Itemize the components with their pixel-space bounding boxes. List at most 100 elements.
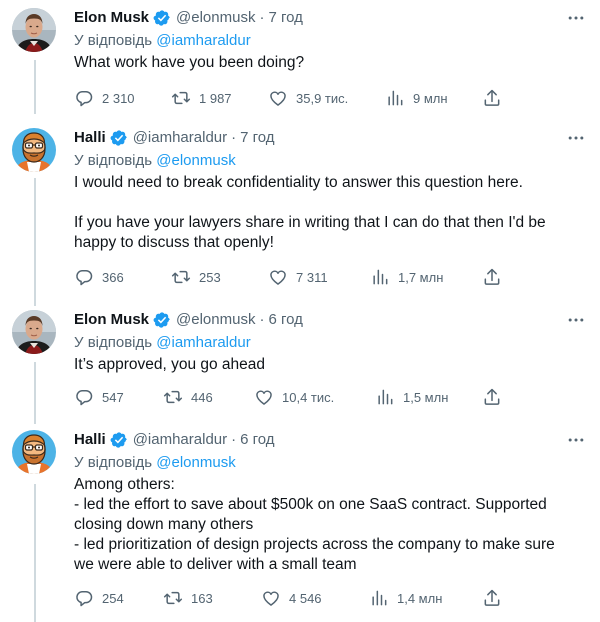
tweet-text-line: If you have your lawyers share in writin… bbox=[74, 214, 546, 231]
views-icon bbox=[370, 267, 390, 287]
author-handle[interactable]: @iamharaldur bbox=[133, 430, 227, 450]
tweet-text-line: What work have you been doing? bbox=[74, 54, 305, 71]
tweet-header: Elon Musk @elonmusk · 6 год bbox=[74, 310, 586, 330]
heart-icon bbox=[254, 387, 274, 407]
avatar[interactable] bbox=[12, 430, 56, 474]
separator-dot: · bbox=[259, 9, 265, 26]
verified-badge-icon bbox=[110, 129, 128, 147]
author-name[interactable]: Halli bbox=[74, 128, 106, 148]
tweet[interactable]: Elon Musk @elonmusk · 6 год У відповідь … bbox=[0, 310, 600, 420]
reply-mention-link[interactable]: @elonmusk bbox=[156, 152, 235, 169]
retweet-icon bbox=[163, 387, 183, 407]
more-icon[interactable] bbox=[566, 310, 586, 330]
views-button[interactable]: 1,4 млн bbox=[369, 588, 442, 608]
avatar[interactable] bbox=[12, 128, 56, 172]
reply-icon bbox=[74, 387, 94, 407]
tweet-text-line: It’s approved, you go ahead bbox=[74, 356, 266, 373]
more-icon[interactable] bbox=[566, 128, 586, 148]
like-button[interactable]: 10,4 тис. bbox=[254, 387, 334, 407]
like-count: 10,4 тис. bbox=[282, 389, 335, 405]
reply-prefix: У відповідь bbox=[74, 334, 153, 351]
reply-button[interactable]: 2 310 bbox=[74, 88, 135, 108]
retweet-icon bbox=[171, 88, 191, 108]
author-handle[interactable]: @elonmusk bbox=[176, 8, 255, 28]
separator-dot: · bbox=[231, 129, 237, 146]
share-icon bbox=[482, 588, 502, 608]
tweet-text-line: Among others: bbox=[74, 476, 175, 493]
reply-context: У відповідь @elonmusk bbox=[74, 453, 586, 473]
retweet-button[interactable]: 163 bbox=[163, 588, 213, 608]
tweet-text-line: - led prioritization of design projects … bbox=[74, 536, 555, 553]
reply-context: У відповідь @elonmusk bbox=[74, 151, 586, 171]
retweet-icon bbox=[163, 588, 183, 608]
views-icon bbox=[369, 588, 389, 608]
views-count: 1,5 млн bbox=[403, 389, 449, 405]
views-button[interactable]: 9 млн bbox=[385, 88, 448, 108]
author-handle[interactable]: @iamharaldur bbox=[133, 128, 227, 148]
reply-prefix: У відповідь bbox=[74, 32, 153, 49]
reply-mention-link[interactable]: @elonmusk bbox=[156, 454, 235, 471]
tweet[interactable]: Elon Musk @elonmusk · 7 год У відповідь … bbox=[0, 8, 600, 118]
reply-mention-link[interactable]: @iamharaldur bbox=[156, 32, 250, 49]
tweet-header: Halli @iamharaldur · 6 год bbox=[74, 430, 586, 450]
reply-mention-link[interactable]: @iamharaldur bbox=[156, 334, 250, 351]
tweet[interactable]: Halli @iamharaldur · 7 год У відповідь @… bbox=[0, 128, 600, 302]
action-bar: 254 163 4 546 1,4 млн bbox=[74, 588, 586, 608]
avatar[interactable] bbox=[12, 310, 56, 354]
retweet-count: 253 bbox=[199, 269, 221, 285]
share-button[interactable] bbox=[482, 267, 510, 287]
timestamp[interactable]: 7 год bbox=[240, 128, 274, 148]
views-button[interactable]: 1,7 млн bbox=[370, 267, 443, 287]
separator-dot: · bbox=[231, 431, 237, 448]
reply-button[interactable]: 366 bbox=[74, 267, 124, 287]
reply-count: 547 bbox=[102, 389, 124, 405]
reply-button[interactable]: 547 bbox=[74, 387, 124, 407]
views-count: 1,7 млн bbox=[398, 269, 444, 285]
timestamp[interactable]: 6 год bbox=[268, 310, 302, 330]
author-handle[interactable]: @elonmusk bbox=[176, 310, 255, 330]
like-button[interactable]: 35,9 тис. bbox=[268, 88, 348, 108]
tweet-text: What work have you been doing? bbox=[74, 53, 586, 73]
like-count: 35,9 тис. bbox=[296, 90, 349, 106]
author-name[interactable]: Elon Musk bbox=[74, 310, 149, 330]
tweet-text-line: - led the effort to save about $500k on … bbox=[74, 496, 547, 513]
reply-prefix: У відповідь bbox=[74, 152, 153, 169]
heart-icon bbox=[261, 588, 281, 608]
views-icon bbox=[385, 88, 405, 108]
tweet[interactable]: Halli @iamharaldur · 6 год У відповідь @… bbox=[0, 430, 600, 620]
retweet-button[interactable]: 1 987 bbox=[171, 88, 232, 108]
share-button[interactable] bbox=[482, 387, 510, 407]
like-button[interactable]: 7 311 bbox=[268, 267, 328, 287]
retweet-button[interactable]: 253 bbox=[171, 267, 221, 287]
tweet-text: It’s approved, you go ahead bbox=[74, 355, 586, 375]
author-name[interactable]: Elon Musk bbox=[74, 8, 149, 28]
more-icon[interactable] bbox=[566, 8, 586, 28]
author-name[interactable]: Halli bbox=[74, 430, 106, 450]
retweet-count: 446 bbox=[191, 389, 213, 405]
reply-context: У відповідь @iamharaldur bbox=[74, 31, 586, 51]
reply-icon bbox=[74, 588, 94, 608]
timestamp[interactable]: 7 год bbox=[268, 8, 302, 28]
more-icon[interactable] bbox=[566, 430, 586, 450]
like-button[interactable]: 4 546 bbox=[261, 588, 322, 608]
reply-button[interactable]: 254 bbox=[74, 588, 124, 608]
retweet-count: 1 987 bbox=[199, 90, 232, 106]
action-bar: 366 253 7 311 1,7 млн bbox=[74, 267, 586, 287]
share-button[interactable] bbox=[482, 588, 510, 608]
action-bar: 2 310 1 987 35,9 тис. 9 млн bbox=[74, 88, 586, 108]
timestamp[interactable]: 6 год bbox=[240, 430, 274, 450]
heart-icon bbox=[268, 88, 288, 108]
tweet-header: Elon Musk @elonmusk · 7 год bbox=[74, 8, 586, 28]
views-button[interactable]: 1,5 млн bbox=[375, 387, 448, 407]
retweet-button[interactable]: 446 bbox=[163, 387, 213, 407]
views-count: 9 млн bbox=[413, 90, 448, 106]
avatar[interactable] bbox=[12, 8, 56, 52]
views-icon bbox=[375, 387, 395, 407]
tweet-text: I would need to break confidentiality to… bbox=[74, 173, 586, 253]
reply-count: 2 310 bbox=[102, 90, 135, 106]
tweet-text-line: I would need to break confidentiality to… bbox=[74, 174, 523, 191]
reply-icon bbox=[74, 88, 94, 108]
reply-context: У відповідь @iamharaldur bbox=[74, 333, 586, 353]
action-bar: 547 446 10,4 тис. 1,5 млн bbox=[74, 387, 586, 407]
share-button[interactable] bbox=[482, 88, 510, 108]
